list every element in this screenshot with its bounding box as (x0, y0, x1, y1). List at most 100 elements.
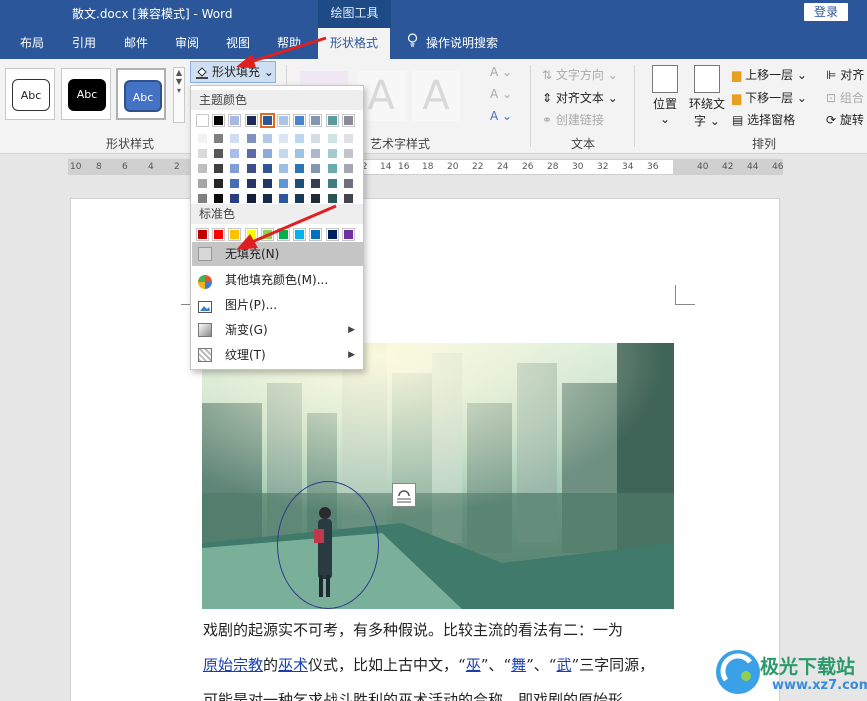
rotate-button[interactable]: ⟳ 旋转 (826, 111, 864, 128)
text-effects-icon[interactable]: A ⌄ (490, 109, 512, 123)
theme-shade-swatch[interactable] (342, 178, 354, 189)
tab-shape-format[interactable]: 形状格式 (318, 28, 391, 59)
link-wu[interactable]: 巫 (466, 656, 481, 674)
theme-shade-swatch[interactable] (197, 133, 208, 144)
theme-shade-swatch[interactable] (310, 133, 322, 144)
group-button[interactable]: ⊡ 组合 (826, 89, 864, 106)
standard-color-swatch[interactable] (309, 228, 323, 241)
theme-shade-swatch[interactable] (294, 163, 306, 174)
texture-fill-item[interactable]: 纹理(T) ▶ (192, 343, 363, 367)
layout-options-icon[interactable] (392, 483, 416, 507)
theme-color-swatch[interactable] (309, 114, 323, 127)
shape-style-black[interactable]: Abc (61, 68, 111, 120)
standard-color-swatch[interactable] (325, 228, 339, 241)
theme-shade-swatch[interactable] (261, 163, 273, 174)
horizontal-ruler[interactable]: 1086422468101214161820222426283032343640… (0, 154, 867, 180)
theme-shade-swatch[interactable] (245, 178, 257, 189)
theme-shade-swatch[interactable] (229, 148, 241, 159)
tab-view[interactable]: 视图 (226, 28, 250, 59)
create-link-button[interactable]: ⚭ 创建链接 (542, 111, 604, 128)
text-direction-button[interactable]: ⇅ 文字方向 ⌄ (542, 66, 618, 83)
picture-fill-item[interactable]: 图片(P)... (192, 293, 363, 317)
theme-shade-swatch[interactable] (229, 133, 241, 144)
text-fill-icon[interactable]: A ⌄ (490, 65, 512, 79)
tab-search[interactable]: 操作说明搜索 (407, 28, 498, 59)
theme-shade-swatch[interactable] (213, 148, 225, 159)
theme-shade-swatch[interactable] (197, 163, 208, 174)
selected-ellipse-shape[interactable] (277, 481, 379, 609)
standard-color-swatch[interactable] (244, 228, 258, 241)
theme-shade-swatch[interactable] (229, 163, 241, 174)
theme-shade-swatch[interactable] (229, 178, 241, 189)
theme-shade-swatch[interactable] (245, 193, 257, 204)
theme-shade-swatch[interactable] (245, 148, 257, 159)
theme-shade-swatch[interactable] (342, 133, 354, 144)
theme-color-swatch[interactable] (196, 114, 209, 127)
theme-shade-swatch[interactable] (294, 178, 306, 189)
theme-color-swatch[interactable] (228, 114, 242, 127)
tab-references[interactable]: 引用 (72, 28, 96, 59)
shape-style-blue[interactable]: Abc (116, 68, 166, 120)
shape-fill-dropdown[interactable]: 主题颜色 标准色 无填充(N) 其他填充颜色(M)... 图片(P)... 渐变… (190, 85, 364, 370)
theme-shade-swatch[interactable] (310, 178, 322, 189)
theme-shade-swatch[interactable] (245, 163, 257, 174)
wordart-style-3[interactable]: A (412, 71, 460, 121)
align-text-button[interactable]: ⇕ 对齐文本 ⌄ (542, 89, 618, 106)
theme-color-swatch[interactable] (293, 114, 307, 127)
theme-shade-swatch[interactable] (310, 193, 322, 204)
standard-color-swatch[interactable] (212, 228, 226, 241)
standard-color-swatch[interactable] (341, 228, 355, 241)
align-button[interactable]: ⊫ 对齐 (826, 66, 864, 83)
wordart-style-2[interactable]: A (357, 71, 405, 121)
theme-shade-swatch[interactable] (197, 193, 208, 204)
theme-shade-swatch[interactable] (278, 163, 289, 174)
link-wu-dance[interactable]: 舞 (511, 656, 526, 674)
wrap-text-button[interactable]: 环绕文字 ⌄ (686, 65, 728, 129)
theme-color-swatch[interactable] (259, 113, 275, 128)
theme-shade-swatch[interactable] (278, 193, 289, 204)
city-photo-image[interactable] (202, 343, 674, 609)
link-witchcraft[interactable]: 巫术 (278, 656, 308, 674)
shape-style-outline[interactable]: Abc (5, 68, 55, 120)
theme-shade-swatch[interactable] (326, 133, 338, 144)
position-button[interactable]: 位置 ⌄ (648, 65, 682, 126)
theme-color-swatch[interactable] (277, 114, 290, 127)
theme-shade-swatch[interactable] (213, 193, 225, 204)
login-button[interactable]: 登录 (804, 3, 848, 21)
theme-shade-swatch[interactable] (197, 148, 208, 159)
tab-review[interactable]: 审阅 (175, 28, 199, 59)
theme-shade-swatch[interactable] (213, 178, 225, 189)
theme-shade-swatch[interactable] (342, 163, 354, 174)
theme-shade-swatch[interactable] (245, 133, 257, 144)
theme-shade-swatch[interactable] (261, 193, 273, 204)
theme-shade-swatch[interactable] (294, 193, 306, 204)
standard-color-swatch[interactable] (260, 228, 274, 241)
theme-shade-swatch[interactable] (278, 133, 289, 144)
theme-color-swatch[interactable] (212, 114, 226, 127)
theme-shade-swatch[interactable] (326, 178, 338, 189)
theme-shade-swatch[interactable] (342, 148, 354, 159)
theme-color-swatch[interactable] (341, 114, 355, 127)
standard-color-swatch[interactable] (228, 228, 242, 241)
tab-layout[interactable]: 布局 (20, 28, 44, 59)
link-primitive-religion[interactable]: 原始宗教 (203, 656, 263, 674)
theme-shade-swatch[interactable] (213, 133, 225, 144)
text-outline-icon[interactable]: A ⌄ (490, 87, 512, 101)
standard-color-swatch[interactable] (196, 228, 209, 241)
link-wu-martial[interactable]: 武 (556, 656, 571, 674)
theme-shade-swatch[interactable] (278, 148, 289, 159)
more-fill-colors-item[interactable]: 其他填充颜色(M)... (192, 268, 363, 292)
theme-shade-swatch[interactable] (229, 193, 241, 204)
gradient-fill-item[interactable]: 渐变(G) ▶ (192, 318, 363, 342)
theme-shade-swatch[interactable] (326, 193, 338, 204)
styles-gallery-scroll[interactable]: ▲ ▼ ▾ (173, 67, 185, 123)
theme-shade-swatch[interactable] (326, 148, 338, 159)
theme-shade-swatch[interactable] (261, 133, 273, 144)
standard-color-swatch[interactable] (277, 228, 290, 241)
no-fill-item[interactable]: 无填充(N) (192, 242, 363, 266)
tab-help[interactable]: 帮助 (277, 28, 301, 59)
send-backward-button[interactable]: ▆ 下移一层 ⌄ (732, 89, 807, 106)
theme-shade-swatch[interactable] (310, 163, 322, 174)
theme-shade-swatch[interactable] (213, 163, 225, 174)
theme-shade-swatch[interactable] (197, 178, 208, 189)
